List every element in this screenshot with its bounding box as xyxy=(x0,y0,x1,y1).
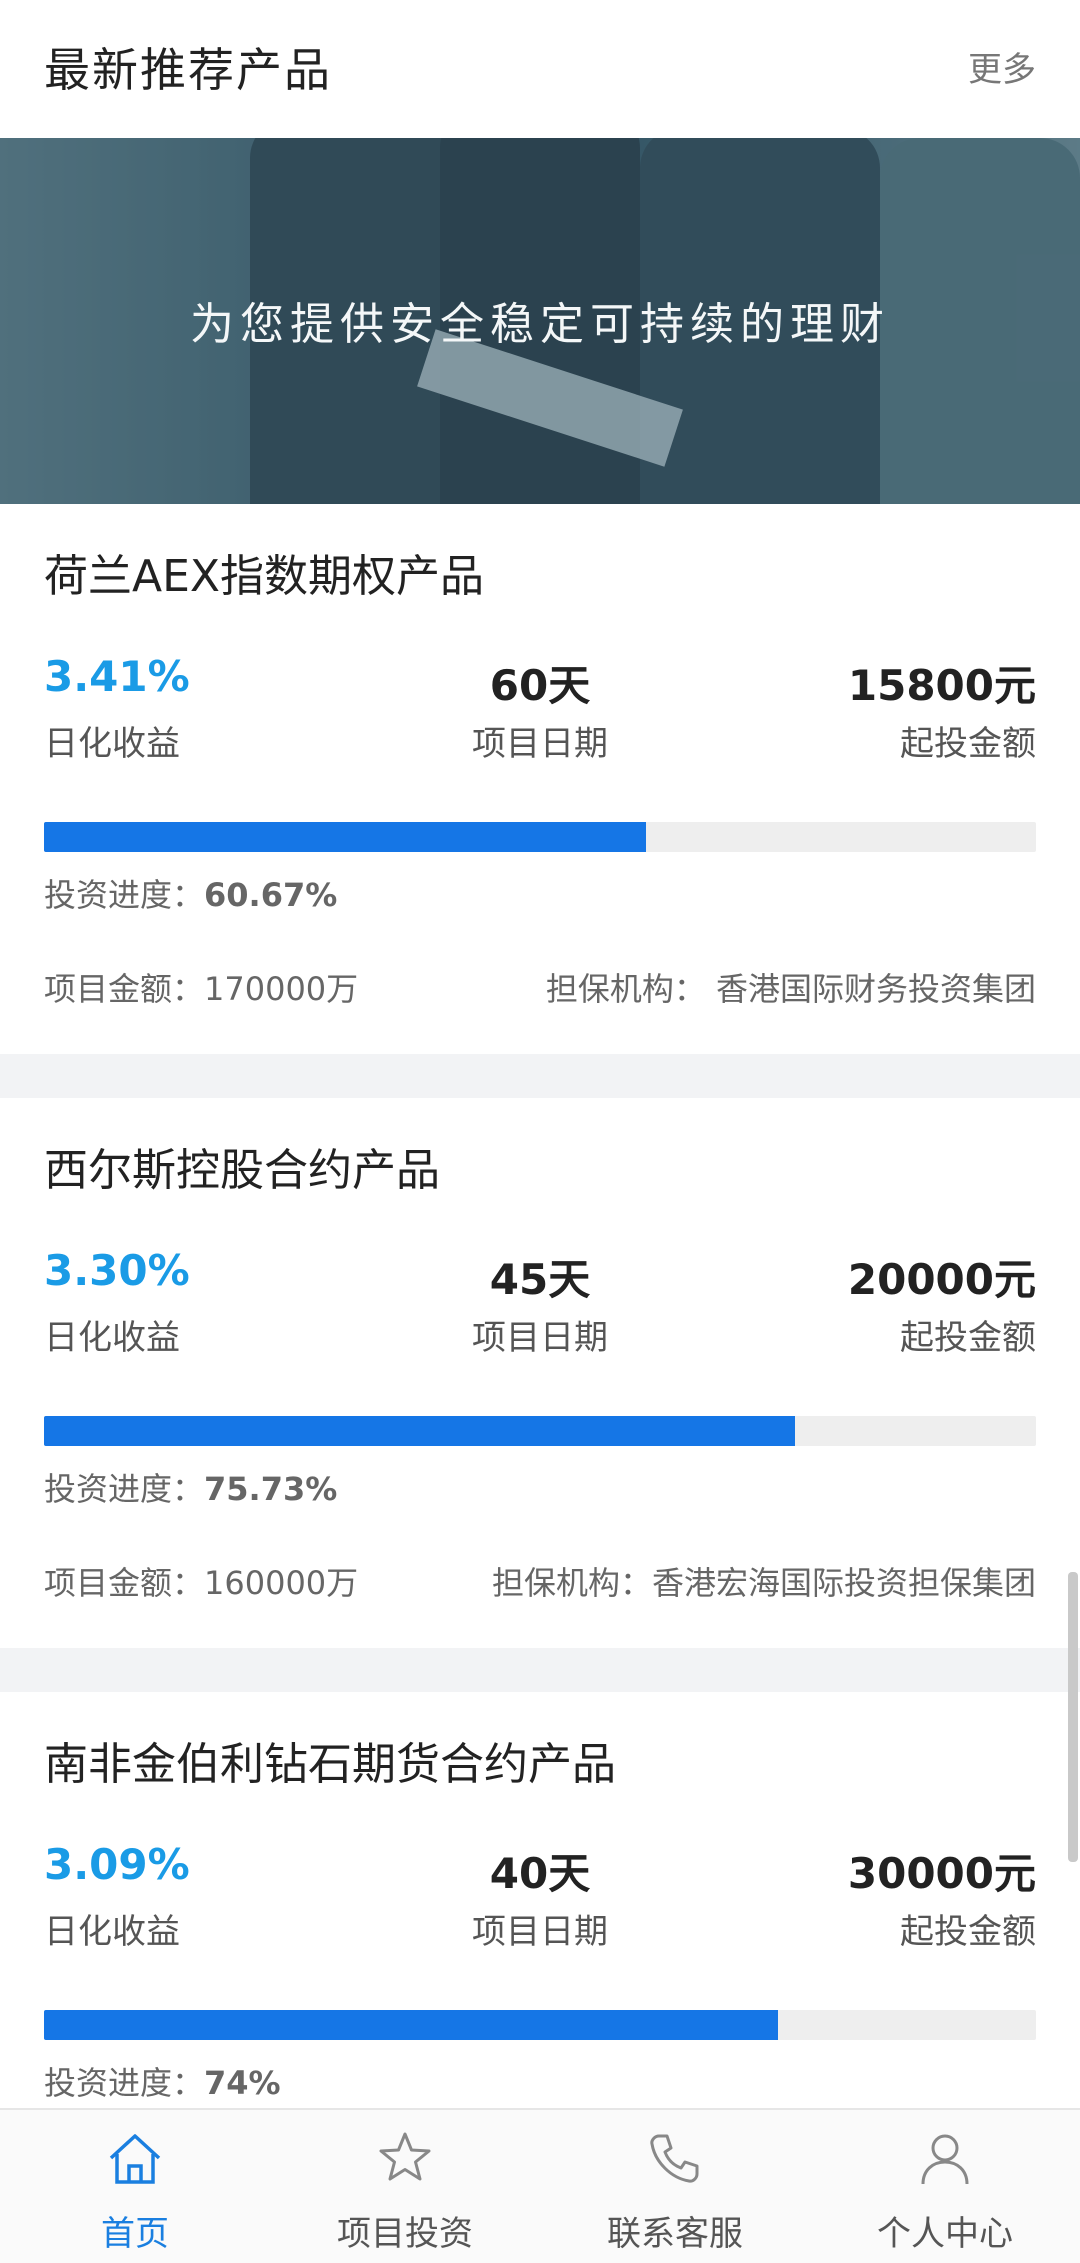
card-divider xyxy=(0,1054,1080,1098)
phone-icon xyxy=(650,2134,699,2183)
tab-label: 个人中心 xyxy=(877,2214,1013,2254)
progress-bar xyxy=(44,822,1036,852)
progress-label: 投资进度： xyxy=(44,876,205,914)
tab-label: 联系客服 xyxy=(607,2214,743,2254)
project-amount: 项目金额：160000万 xyxy=(44,1564,359,1602)
home-icon xyxy=(109,2134,161,2184)
min-invest-value: 30000元 xyxy=(847,1849,1036,1898)
progress-value: 75.73% xyxy=(204,1470,338,1508)
min-invest-label: 起投金额 xyxy=(900,724,1036,764)
progress-bar xyxy=(44,1416,1036,1446)
tab-personal-center[interactable]: 个人中心 xyxy=(810,2110,1080,2263)
product-name: 南非金伯利钻石期货合约产品 xyxy=(44,1739,616,1790)
min-invest-label: 起投金额 xyxy=(900,1912,1036,1952)
progress-label: 投资进度： xyxy=(44,1470,205,1508)
card-divider xyxy=(0,1648,1080,1692)
tab-home[interactable]: 首页 xyxy=(0,2110,270,2263)
banner-text: 为您提供安全稳定可持续的理财 xyxy=(190,299,890,350)
progress-text: 投资进度：60.67% xyxy=(44,870,337,916)
section-header: 最新推荐产品 更多 xyxy=(0,0,1080,138)
progress-text: 投资进度：75.73% xyxy=(44,1464,337,1510)
min-invest-label: 起投金额 xyxy=(900,1318,1036,1358)
product-card[interactable]: 西尔斯控股合约产品 3.30% 日化收益 45天 项目日期 20000元 起投金… xyxy=(0,1098,1080,1648)
product-name: 荷兰AEX指数期权产品 xyxy=(44,551,485,602)
progress-value: 74% xyxy=(204,2064,281,2102)
tab-project-invest[interactable]: 项目投资 xyxy=(270,2110,540,2263)
guarantor: 担保机构：香港宏海国际投资担保集团 xyxy=(491,1564,1036,1602)
bottom-tab-bar: 首页 项目投资 联系客服 个人中心 xyxy=(0,2108,1080,2263)
product-card[interactable]: 荷兰AEX指数期权产品 3.41% 日化收益 60天 项目日期 15800元 起… xyxy=(0,504,1080,1054)
progress-fill xyxy=(44,822,646,852)
progress-fill xyxy=(44,1416,796,1446)
guarantor: 担保机构： 香港国际财务投资集团 xyxy=(545,970,1036,1008)
user-icon xyxy=(921,2134,969,2185)
progress-bar xyxy=(44,2010,1036,2040)
star-icon xyxy=(379,2132,431,2181)
product-name: 西尔斯控股合约产品 xyxy=(44,1145,440,1196)
progress-value: 60.67% xyxy=(204,876,338,914)
more-link[interactable]: 更多 xyxy=(968,42,1036,91)
progress-label: 投资进度： xyxy=(44,2064,205,2102)
progress-text: 投资进度：74% xyxy=(44,2058,281,2104)
product-card[interactable]: 南非金伯利钻石期货合约产品 3.09% 日化收益 40天 项目日期 30000元… xyxy=(0,1692,1080,2108)
tab-label: 首页 xyxy=(101,2214,169,2254)
promo-banner[interactable]: 为您提供安全稳定可持续的理财 xyxy=(0,138,1080,504)
min-invest-value: 15800元 xyxy=(847,661,1036,710)
min-invest-value: 20000元 xyxy=(847,1255,1036,1304)
tab-contact-service[interactable]: 联系客服 xyxy=(540,2110,810,2263)
project-amount: 项目金额：170000万 xyxy=(44,970,359,1008)
section-title: 最新推荐产品 xyxy=(44,43,332,97)
scrollbar[interactable] xyxy=(1068,1572,1078,1862)
progress-fill xyxy=(44,2010,779,2040)
tab-label: 项目投资 xyxy=(337,2214,473,2254)
